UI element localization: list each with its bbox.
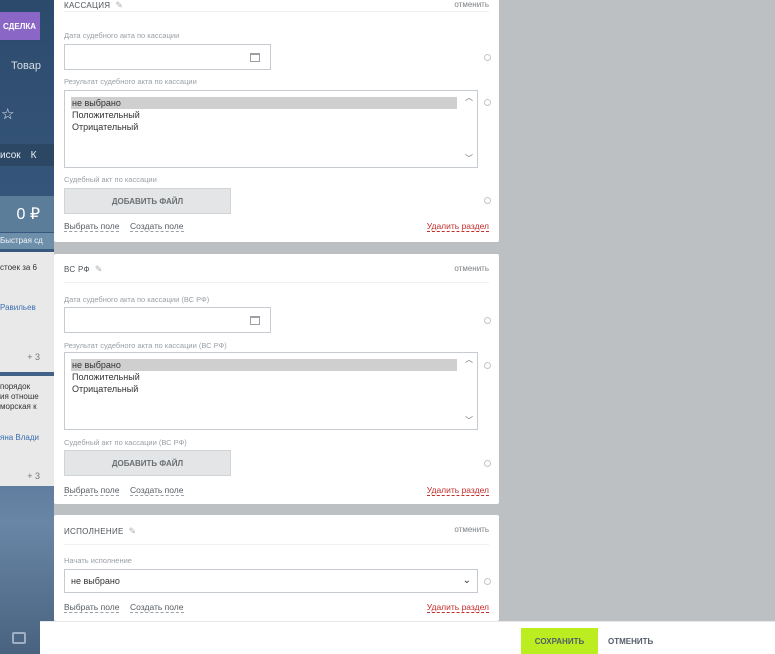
section-header: КАССАЦИЯ ✎ отменить [64, 0, 489, 12]
result-listbox[interactable]: не выбрано Положительный Отрицательный ︿… [64, 90, 478, 168]
add-file-button[interactable]: ДОБАВИТЬ ФАЙЛ [64, 188, 231, 214]
listbox-option[interactable]: Положительный [71, 109, 457, 121]
choose-field-link[interactable]: Выбрать поле [64, 221, 120, 232]
tab-list[interactable]: исок [0, 150, 21, 161]
cancel-button[interactable]: ОТМЕНИТЬ [608, 628, 653, 654]
result-listbox[interactable]: не выбрано Положительный Отрицательный ︿… [64, 352, 478, 430]
add-file-button[interactable]: ДОБАВИТЬ ФАЙЛ [64, 450, 231, 476]
settings-icon[interactable] [484, 460, 491, 467]
date-input[interactable] [64, 44, 271, 70]
select-value: не выбрано [71, 576, 120, 586]
settings-icon[interactable] [484, 197, 491, 204]
bottom-action-bar: СОХРАНИТЬ ОТМЕНИТЬ [40, 621, 775, 654]
section-title: ИСПОЛНЕНИЕ ✎ [64, 526, 137, 537]
choose-field-link[interactable]: Выбрать поле [64, 485, 120, 496]
date-input[interactable] [64, 307, 271, 333]
section-cassation: КАССАЦИЯ ✎ отменить Дата судебного акта п… [54, 0, 499, 242]
goods-tab[interactable]: Товар [11, 60, 41, 72]
more-count[interactable]: + 3 [27, 471, 40, 481]
field-label: Дата судебного акта по кассации (ВС РФ) [64, 295, 210, 304]
quick-deal-label: Быстрая сд [0, 233, 54, 249]
save-button[interactable]: СОХРАНИТЬ [521, 628, 598, 654]
calendar-icon[interactable] [250, 316, 260, 325]
pencil-icon[interactable]: ✎ [129, 526, 137, 537]
star-icon[interactable]: ☆ [1, 105, 14, 123]
activity-text: стоек за 6 [0, 263, 37, 272]
pencil-icon[interactable]: ✎ [115, 0, 123, 11]
delete-section-link[interactable]: Удалить раздел [426, 221, 489, 232]
section-title: КАССАЦИЯ ✎ [64, 0, 124, 11]
more-count[interactable]: + 3 [27, 352, 40, 362]
scroll-up-icon[interactable]: ︿ [465, 92, 473, 103]
choose-field-link[interactable]: Выбрать поле [64, 602, 120, 613]
activity-text-line: ия отноше [0, 392, 39, 401]
create-field-link[interactable]: Создать поле [130, 602, 184, 613]
section-title: ВС РФ ✎ [64, 264, 103, 275]
delete-section-link[interactable]: Удалить раздел [426, 602, 489, 613]
field-label: Дата судебного акта по кассации [64, 31, 180, 40]
field-label: Судебный акт по кассации (ВС РФ) [64, 438, 187, 447]
section-cancel-link[interactable]: отменить [454, 525, 489, 534]
settings-icon[interactable] [484, 54, 491, 61]
scroll-down-icon[interactable]: ﹀ [465, 153, 473, 164]
listbox-option[interactable]: Отрицательный [71, 121, 457, 133]
section-header: ИСПОЛНЕНИЕ ✎ отменить [64, 515, 489, 545]
settings-icon[interactable] [484, 99, 491, 106]
listbox-option[interactable]: Отрицательный [71, 383, 457, 395]
price-value: 0 ₽ [0, 196, 54, 232]
deal-button[interactable]: СДЕЛКА [0, 12, 40, 40]
create-field-link[interactable]: Создать поле [130, 221, 184, 232]
create-field-link[interactable]: Создать поле [130, 485, 184, 496]
field-label: Начать исполнение [64, 556, 132, 565]
start-execution-select[interactable]: не выбрано ⌄ [64, 569, 478, 593]
scroll-down-icon[interactable]: ﹀ [465, 415, 473, 426]
section-header: ВС РФ ✎ отменить [64, 254, 489, 283]
chevron-down-icon[interactable]: ⌄ [463, 570, 471, 592]
tab-k[interactable]: К [31, 150, 37, 161]
section-cancel-link[interactable]: отменить [454, 264, 489, 273]
field-label: Результат судебного акта по кассации (ВС… [64, 341, 227, 350]
activity-text-line: морская к [0, 402, 37, 411]
user-link[interactable]: яна Влади [0, 433, 39, 442]
activity-text-line: порядок [0, 382, 31, 391]
field-label: Результат судебного акта по кассации [64, 77, 197, 86]
settings-icon[interactable] [484, 317, 491, 324]
listbox-option[interactable]: не выбрано [71, 97, 457, 109]
print-icon[interactable] [12, 632, 26, 644]
activity-block: стоек за 6 Равильев + 3 [0, 252, 54, 372]
background-tabs: исок К [0, 144, 54, 166]
section-vsrf: ВС РФ ✎ отменить Дата судебного акта по к… [54, 254, 499, 504]
settings-icon[interactable] [484, 362, 491, 369]
scroll-up-icon[interactable]: ︿ [465, 354, 473, 365]
activity-block-2: порядок ия отноше морская к яна Влади + … [0, 376, 54, 486]
delete-section-link[interactable]: Удалить раздел [426, 485, 489, 496]
deal-edit-panel: КАССАЦИЯ ✎ отменить Дата судебного акта п… [54, 0, 499, 654]
listbox-option[interactable]: Положительный [71, 371, 457, 383]
field-label: Судебный акт по кассации [64, 175, 157, 184]
listbox-option[interactable]: не выбрано [71, 359, 457, 371]
calendar-icon[interactable] [250, 53, 260, 62]
settings-icon[interactable] [484, 578, 491, 585]
pencil-icon[interactable]: ✎ [95, 264, 103, 275]
section-execution: ИСПОЛНЕНИЕ ✎ отменить Начать исполнение н… [54, 515, 499, 621]
section-cancel-link[interactable]: отменить [454, 0, 489, 9]
user-link[interactable]: Равильев [0, 303, 36, 312]
background-app: СДЕЛКА Товар ☆ исок К 0 ₽ Быстрая сд сто… [0, 0, 54, 654]
